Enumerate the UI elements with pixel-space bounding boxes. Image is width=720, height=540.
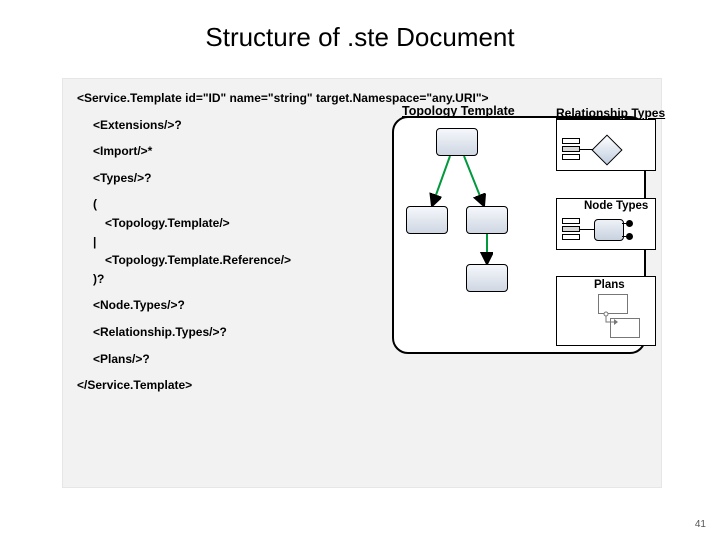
slide: Structure of .ste Document <Service.Temp… <box>0 0 720 540</box>
relationship-type-icon <box>562 138 632 164</box>
topology-node <box>466 206 508 234</box>
code-line-close: </Service.Template> <box>77 376 647 395</box>
plans-icon <box>590 294 646 340</box>
node-types-label: Node Types <box>584 200 648 212</box>
code-line-open: <Service.Template id="ID" name="string" … <box>77 89 647 108</box>
topology-node <box>466 264 508 292</box>
relationship-types-label: Relationship Types <box>556 106 665 120</box>
page-number: 41 <box>695 519 706 530</box>
topology-template-label: Topology Template <box>402 104 515 118</box>
topology-node <box>406 206 448 234</box>
node-type-icon <box>562 218 642 244</box>
page-title: Structure of .ste Document <box>0 22 720 53</box>
plans-label: Plans <box>594 279 625 291</box>
topology-node <box>436 128 478 156</box>
